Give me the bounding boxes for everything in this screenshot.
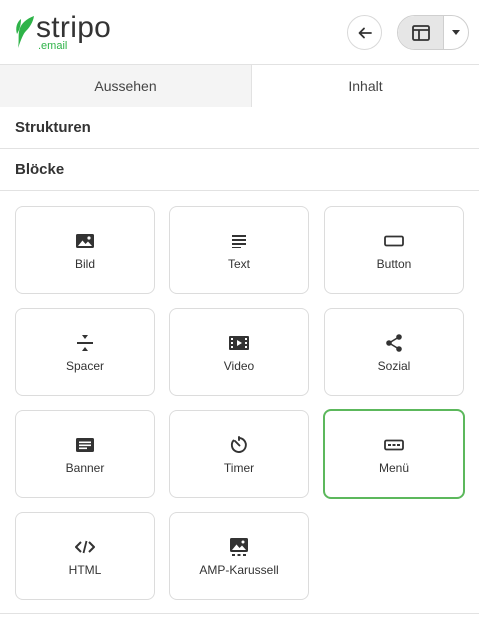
button-icon bbox=[384, 231, 404, 251]
panel-layout-icon bbox=[411, 24, 430, 41]
block-tile-sozial[interactable]: Sozial bbox=[324, 308, 464, 396]
block-label: Menü bbox=[378, 461, 410, 475]
timer-icon bbox=[229, 435, 249, 455]
block-label: Timer bbox=[223, 461, 255, 475]
layout-dropdown-toggle[interactable] bbox=[444, 16, 468, 49]
video-icon bbox=[229, 333, 249, 353]
arrow-left-icon bbox=[358, 27, 372, 38]
divider bbox=[0, 613, 479, 614]
block-tile-timer[interactable]: Timer bbox=[169, 410, 309, 498]
chevron-down-icon bbox=[452, 30, 460, 35]
block-tile-amp-karussell[interactable]: AMP-Karussell bbox=[169, 512, 309, 600]
block-label: HTML bbox=[68, 563, 102, 577]
block-label: Banner bbox=[65, 461, 105, 475]
logo-subtext: .email bbox=[38, 40, 68, 52]
block-tile-button[interactable]: Button bbox=[324, 206, 464, 294]
banner-icon bbox=[75, 435, 95, 455]
image-icon bbox=[75, 231, 95, 251]
block-label: Text bbox=[227, 257, 250, 271]
spacer-icon bbox=[75, 333, 95, 353]
tab-inhalt[interactable]: Inhalt bbox=[252, 65, 479, 107]
layout-switcher bbox=[397, 15, 469, 50]
block-tile-spacer[interactable]: Spacer bbox=[15, 308, 155, 396]
stripo-logo[interactable]: stripo .email bbox=[14, 12, 124, 54]
text-icon bbox=[229, 231, 249, 251]
back-button[interactable] bbox=[347, 15, 382, 50]
block-label: AMP-Karussell bbox=[199, 563, 279, 577]
panel-tabs: Aussehen Inhalt bbox=[0, 64, 479, 107]
carousel-icon bbox=[229, 537, 249, 557]
block-tile-menu[interactable]: Menü bbox=[323, 409, 465, 499]
leaf-logo-icon bbox=[16, 16, 34, 48]
code-icon bbox=[75, 537, 95, 557]
block-tile-html[interactable]: HTML bbox=[15, 512, 155, 600]
block-tile-bild[interactable]: Bild bbox=[15, 206, 155, 294]
share-icon bbox=[384, 333, 404, 353]
block-tile-banner[interactable]: Banner bbox=[15, 410, 155, 498]
block-label: Sozial bbox=[377, 359, 411, 373]
section-blocks-header[interactable]: Blöcke bbox=[0, 149, 479, 191]
block-label: Video bbox=[223, 359, 255, 373]
block-tile-text[interactable]: Text bbox=[169, 206, 309, 294]
block-label: Bild bbox=[74, 257, 95, 271]
header: stripo .email bbox=[0, 0, 479, 64]
block-tile-video[interactable]: Video bbox=[169, 308, 309, 396]
menu-icon bbox=[384, 435, 404, 455]
block-label: Button bbox=[376, 257, 412, 271]
section-structures-header[interactable]: Strukturen bbox=[0, 107, 479, 149]
block-label: Spacer bbox=[65, 359, 105, 373]
tab-aussehen[interactable]: Aussehen bbox=[0, 65, 252, 107]
layout-view-button[interactable] bbox=[398, 16, 444, 49]
